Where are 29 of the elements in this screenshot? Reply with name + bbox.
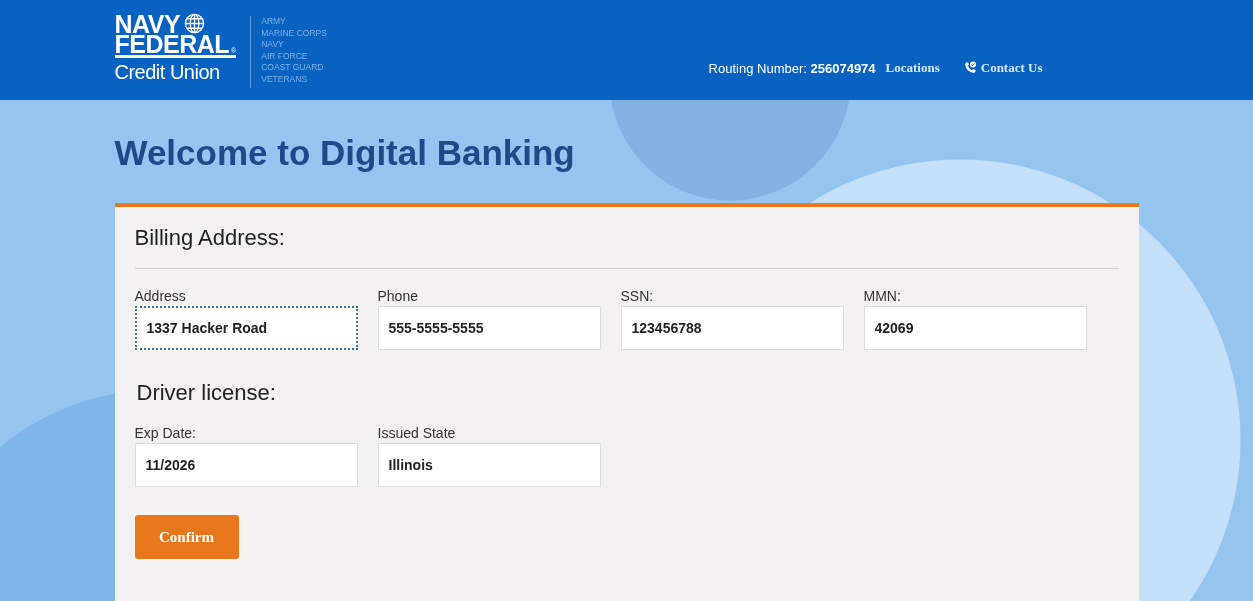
field-label: Issued State — [377, 424, 457, 443]
section-heading: Billing Address: — [134, 224, 286, 252]
globe-icon — [184, 13, 206, 34]
input-field[interactable]: 11/2026 — [134, 443, 358, 487]
input-field[interactable]: 555-5555-5555 — [377, 306, 601, 350]
routing-number: Routing Number: 256074974 — [708, 60, 876, 76]
input-field[interactable]: 123456788 — [620, 306, 844, 350]
logo-text: NAVY — [114, 13, 181, 34]
locations-link[interactable]: Locations — [885, 60, 940, 76]
field-label: Exp Date: — [134, 424, 197, 443]
contact-link[interactable]: Contact Us — [963, 60, 1043, 76]
input-field[interactable]: 1337 Hacker Road — [134, 306, 358, 350]
section-heading: Driver license: — [136, 379, 277, 407]
branch-name: MARINE CORPS — [261, 27, 327, 39]
input-field[interactable]: 42069 — [863, 306, 1087, 350]
branch-name: COAST GUARD — [261, 62, 325, 74]
field-label: Phone — [377, 287, 419, 306]
field-label: Address — [134, 287, 187, 306]
branch-name: VETERANS — [261, 73, 309, 85]
input-field[interactable]: Illinois — [377, 443, 601, 487]
page-title: Welcome to Digital Banking — [114, 133, 576, 174]
branch-name: NAVY — [261, 39, 285, 51]
logo-text: FEDERAL — [114, 34, 230, 54]
branch-name: AIR FORCE — [261, 50, 309, 62]
logo-text: Credit Union — [114, 61, 221, 83]
field-label: SSN: — [620, 287, 655, 306]
branch-name: ARMY — [261, 16, 287, 28]
phone-icon — [963, 61, 977, 75]
field-label: MMN: — [863, 287, 902, 306]
